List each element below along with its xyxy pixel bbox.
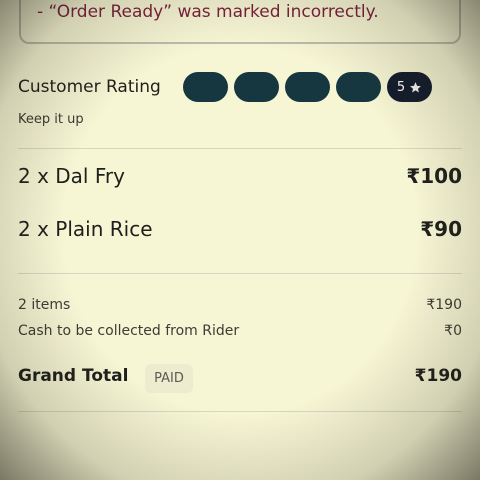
- rating-pill: [336, 72, 381, 102]
- grand-total-value: ₹190: [414, 366, 462, 386]
- order-item-name: 2 x Plain Rice: [18, 217, 153, 241]
- cash-collect-label: Cash to be collected from Rider: [18, 323, 240, 339]
- items-subtotal: ₹190: [426, 297, 462, 313]
- issue-card: - “Order Ready” was marked incorrectly.: [19, 0, 461, 44]
- rating-pills: [183, 72, 381, 102]
- rating-score-badge: 5: [387, 72, 432, 102]
- order-item-price: ₹100: [406, 164, 462, 188]
- order-item-name: 2 x Dal Fry: [18, 164, 125, 188]
- order-item-price: ₹90: [420, 217, 462, 241]
- rating-pill: [234, 72, 279, 102]
- items-count-label: 2 items: [18, 297, 71, 313]
- cash-collect-value: ₹0: [444, 323, 462, 339]
- divider: [18, 411, 462, 412]
- issue-text: - “Order Ready” was marked incorrectly.: [37, 2, 379, 22]
- rating-pill: [285, 72, 330, 102]
- rating-subtitle: Keep it up: [18, 112, 84, 127]
- rating-score: 5: [396, 79, 406, 95]
- grand-total-label: Grand Total: [18, 366, 129, 386]
- star-icon: [410, 81, 422, 92]
- paid-badge: PAID: [145, 364, 193, 393]
- rating-pill: [183, 72, 228, 102]
- divider: [18, 148, 462, 149]
- divider: [18, 273, 462, 274]
- customer-rating-label: Customer Rating: [18, 77, 161, 97]
